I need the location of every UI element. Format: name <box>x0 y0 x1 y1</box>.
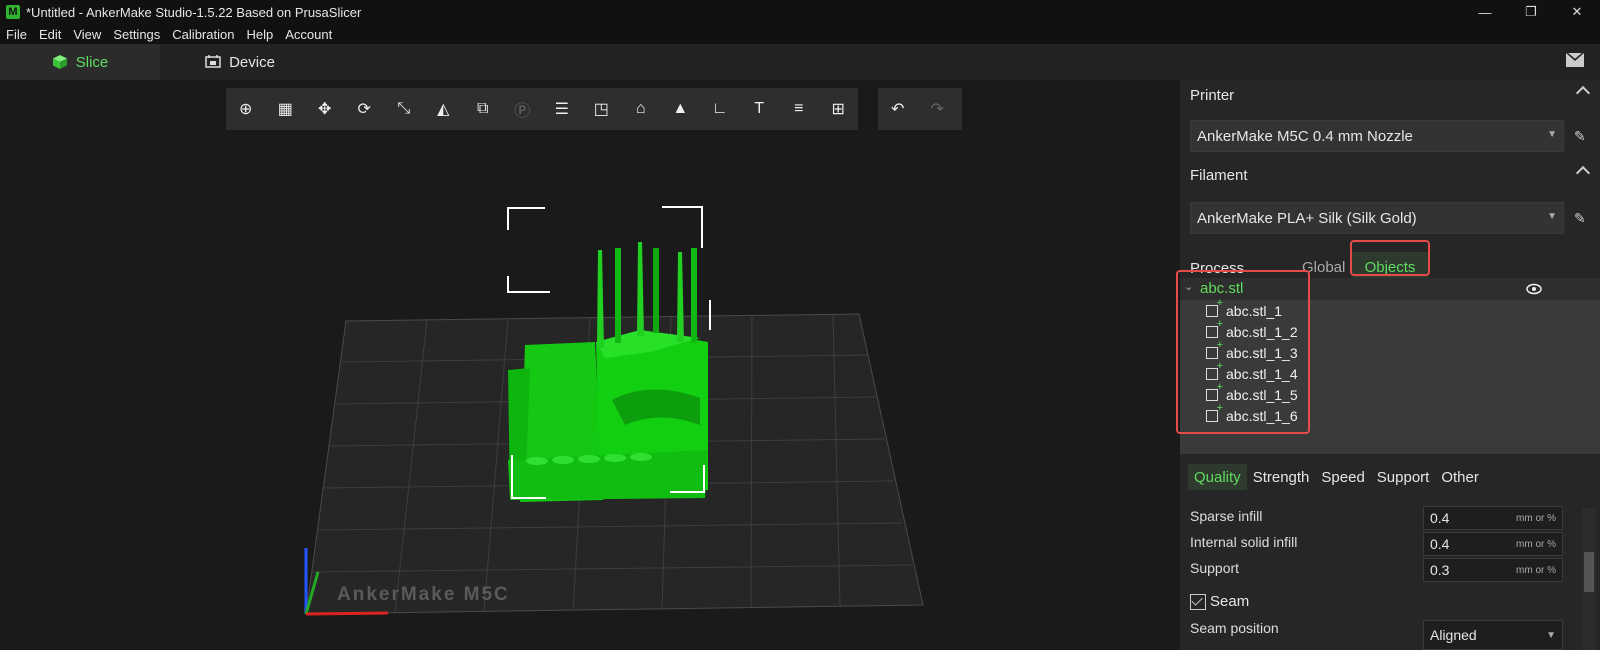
printer-select-value: AnkerMake M5C 0.4 mm Nozzle <box>1197 127 1413 145</box>
settings-scrollbar[interactable] <box>1582 508 1596 650</box>
shape-icon[interactable]: ⊞ <box>819 88 859 130</box>
tab-speed[interactable]: Speed <box>1315 464 1370 490</box>
menu-help[interactable]: Help <box>240 27 279 42</box>
object-toolbar: ⊕ ▦ ✥ ⟳ ⤡ ◭ ⧉ Ⓟ ☰ ◳ ⌂ ▲ ∟ T ≡ ⊞ <box>226 88 858 130</box>
menu-bar: File Edit View Settings Calibration Help… <box>0 24 1600 44</box>
dropdown-arrow-icon: ▼ <box>1547 211 1557 222</box>
seam-position-select[interactable]: Aligned ▼ <box>1423 620 1563 650</box>
internal-solid-infill-input[interactable]: 0.4 mm or % <box>1423 532 1563 556</box>
split-icon[interactable]: ☰ <box>542 88 582 130</box>
setting-unit: mm or % <box>1516 538 1556 550</box>
objects-tab-highlight <box>1350 240 1430 276</box>
dropdown-arrow-icon: ▼ <box>1547 129 1557 140</box>
setting-value: 0.4 <box>1430 536 1450 552</box>
window-controls: — ❐ ✕ <box>1462 0 1600 24</box>
support-input[interactable]: 0.3 mm or % <box>1423 558 1563 582</box>
printer-section-title: Printer <box>1190 86 1235 104</box>
3d-viewport[interactable]: AnkerMake M5C ⊕ ▦ ✥ ⟳ ⤡ ◭ ⧉ Ⓟ ☰ ◳ ⌂ ▲ ∟ … <box>0 80 1180 650</box>
setting-value: Aligned <box>1430 627 1477 643</box>
menu-file[interactable]: File <box>0 27 33 42</box>
menu-calibration[interactable]: Calibration <box>166 27 240 42</box>
tree-highlight <box>1176 270 1310 434</box>
plate-label: AnkerMake M5C <box>337 584 510 605</box>
sparse-infill-input[interactable]: 0.4 mm or % <box>1423 506 1563 530</box>
undo-toolbar: ↶ ↷ <box>878 88 962 130</box>
menu-settings[interactable]: Settings <box>107 27 166 42</box>
arrange-icon[interactable]: ▦ <box>266 88 306 130</box>
chevron-up-icon[interactable] <box>1575 85 1591 101</box>
setting-label: Sparse infill <box>1190 508 1263 524</box>
tab-quality[interactable]: Quality <box>1188 464 1247 490</box>
edit-printer-icon[interactable]: ✎ <box>1574 128 1588 144</box>
tab-device[interactable]: Device <box>160 44 320 80</box>
settings-panel: Printer AnkerMake M5C 0.4 mm Nozzle ▼ ✎ … <box>1176 80 1600 650</box>
add-object-icon[interactable]: ⊕ <box>226 88 266 130</box>
eye-icon[interactable] <box>1526 283 1542 295</box>
undo-icon[interactable]: ↶ <box>878 88 918 130</box>
menu-view[interactable]: View <box>67 27 107 42</box>
move-icon[interactable]: ✥ <box>305 88 345 130</box>
rotate-icon[interactable]: ⟳ <box>345 88 385 130</box>
mail-icon[interactable] <box>1566 53 1584 67</box>
maximize-button[interactable]: ❐ <box>1508 0 1554 24</box>
printer-select[interactable]: AnkerMake M5C 0.4 mm Nozzle ▼ <box>1190 120 1564 152</box>
minimize-button[interactable]: — <box>1462 0 1508 24</box>
scrollbar-thumb[interactable] <box>1584 552 1594 592</box>
scale-icon[interactable]: ⤡ <box>384 88 424 130</box>
window-title: *Untitled - AnkerMake Studio-1.5.22 Base… <box>26 4 362 20</box>
edit-filament-icon[interactable]: ✎ <box>1574 210 1588 226</box>
printer-section-header[interactable]: Printer <box>1180 80 1600 110</box>
chevron-up-icon[interactable] <box>1575 165 1591 181</box>
menu-edit[interactable]: Edit <box>33 27 67 42</box>
measure-icon[interactable]: ∟ <box>700 88 740 130</box>
model-abc-stl <box>508 242 708 502</box>
process-subtabs: Quality Strength Speed Support Other <box>1188 464 1485 490</box>
auto-orient-icon[interactable]: ▲ <box>661 88 701 130</box>
cut-icon[interactable]: ◭ <box>424 88 464 130</box>
app-logo: M <box>6 5 20 19</box>
setting-value: 0.4 <box>1430 510 1450 526</box>
tab-slice-label: Slice <box>75 53 109 71</box>
printer-icon <box>205 55 221 68</box>
filament-section-header[interactable]: Filament <box>1180 160 1600 190</box>
tab-other[interactable]: Other <box>1435 464 1485 490</box>
tab-slice[interactable]: Slice <box>0 44 160 80</box>
title-bar: M *Untitled - AnkerMake Studio-1.5.22 Ba… <box>0 0 1600 24</box>
filament-select[interactable]: AnkerMake PLA+ Silk (Silk Gold) ▼ <box>1190 202 1564 234</box>
seam-section-icon[interactable] <box>1190 594 1206 610</box>
cube-icon <box>52 55 67 69</box>
setting-label: Internal solid infill <box>1190 534 1298 550</box>
layers-icon[interactable]: ≡ <box>779 88 819 130</box>
filament-select-value: AnkerMake PLA+ Silk (Silk Gold) <box>1197 209 1417 227</box>
seam-section-title: Seam <box>1210 593 1250 610</box>
tab-strength[interactable]: Strength <box>1247 464 1316 490</box>
close-button[interactable]: ✕ <box>1554 0 1600 24</box>
setting-label: Seam position <box>1190 620 1279 636</box>
menu-account[interactable]: Account <box>279 27 338 42</box>
setting-value: 0.3 <box>1430 562 1450 578</box>
seam-icon[interactable]: ⌂ <box>621 88 661 130</box>
setting-unit: mm or % <box>1516 512 1556 524</box>
tab-device-label: Device <box>229 53 275 71</box>
setting-label: Support <box>1190 560 1240 576</box>
tab-support[interactable]: Support <box>1371 464 1436 490</box>
layer-icon[interactable]: ◳ <box>582 88 622 130</box>
text-icon[interactable]: T <box>740 88 780 130</box>
x-axis <box>305 611 389 616</box>
build-plate-scene: AnkerMake M5C <box>304 206 924 616</box>
setting-unit: mm or % <box>1516 564 1556 576</box>
mode-bar: Slice Device <box>0 44 1600 80</box>
redo-icon[interactable]: ↷ <box>918 88 958 130</box>
filament-section-title: Filament <box>1190 166 1248 184</box>
support-paint-icon[interactable]: ⧉ <box>463 88 503 130</box>
dropdown-arrow-icon: ▼ <box>1546 629 1556 641</box>
paint-p-icon[interactable]: Ⓟ <box>503 88 543 130</box>
